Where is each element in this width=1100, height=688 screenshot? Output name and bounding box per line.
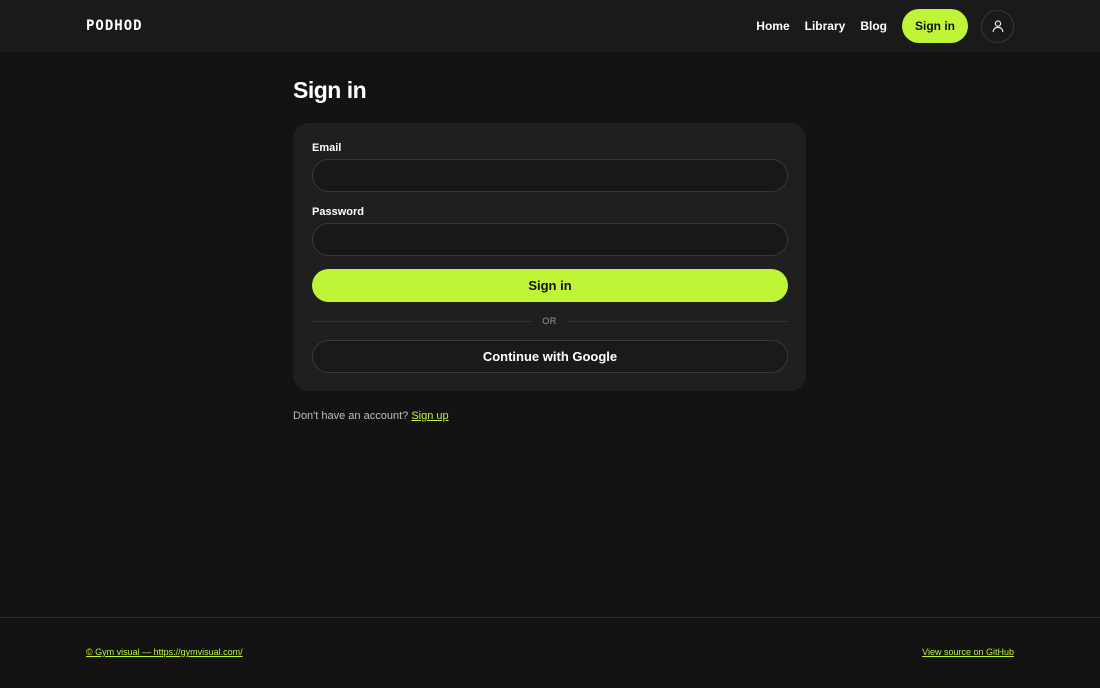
sign-in-submit-button[interactable]: Sign in [312,269,788,302]
email-label: Email [312,142,342,154]
profile-button[interactable] [981,9,1014,43]
divider-line-right [568,321,788,322]
signup-prompt-text: Don't have an account? [293,410,409,422]
footer-credit-link[interactable]: © Gym visual — https://gymvisual.com/ [86,647,243,657]
footer-divider [0,617,1100,618]
site-logo[interactable]: PODHOD [86,18,143,34]
password-label: Password [312,206,364,218]
page-title: Sign in [293,77,367,103]
top-navigation-bar: PODHOD Home Library Blog Sign in [0,0,1100,52]
password-field[interactable] [312,223,788,256]
user-icon [992,20,1003,33]
nav-home-link[interactable]: Home [756,19,789,33]
github-source-link[interactable]: View source on GitHub [922,647,1014,657]
main-nav: Home Library Blog Sign in [756,9,1014,43]
nav-blog-link[interactable]: Blog [860,19,887,33]
nav-library-link[interactable]: Library [805,19,846,33]
continue-with-google-button[interactable]: Continue with Google [312,340,788,373]
sign-in-form: Email Password Sign in OR Continue with … [293,123,806,391]
sign-up-link[interactable]: Sign up [411,410,448,422]
header-sign-in-button[interactable]: Sign in [902,9,968,43]
sign-in-page: PODHOD Home Library Blog Sign in Sign in… [0,0,1100,688]
email-field[interactable] [312,159,788,192]
signup-prompt-row: Don't have an account? Sign up [293,410,449,422]
